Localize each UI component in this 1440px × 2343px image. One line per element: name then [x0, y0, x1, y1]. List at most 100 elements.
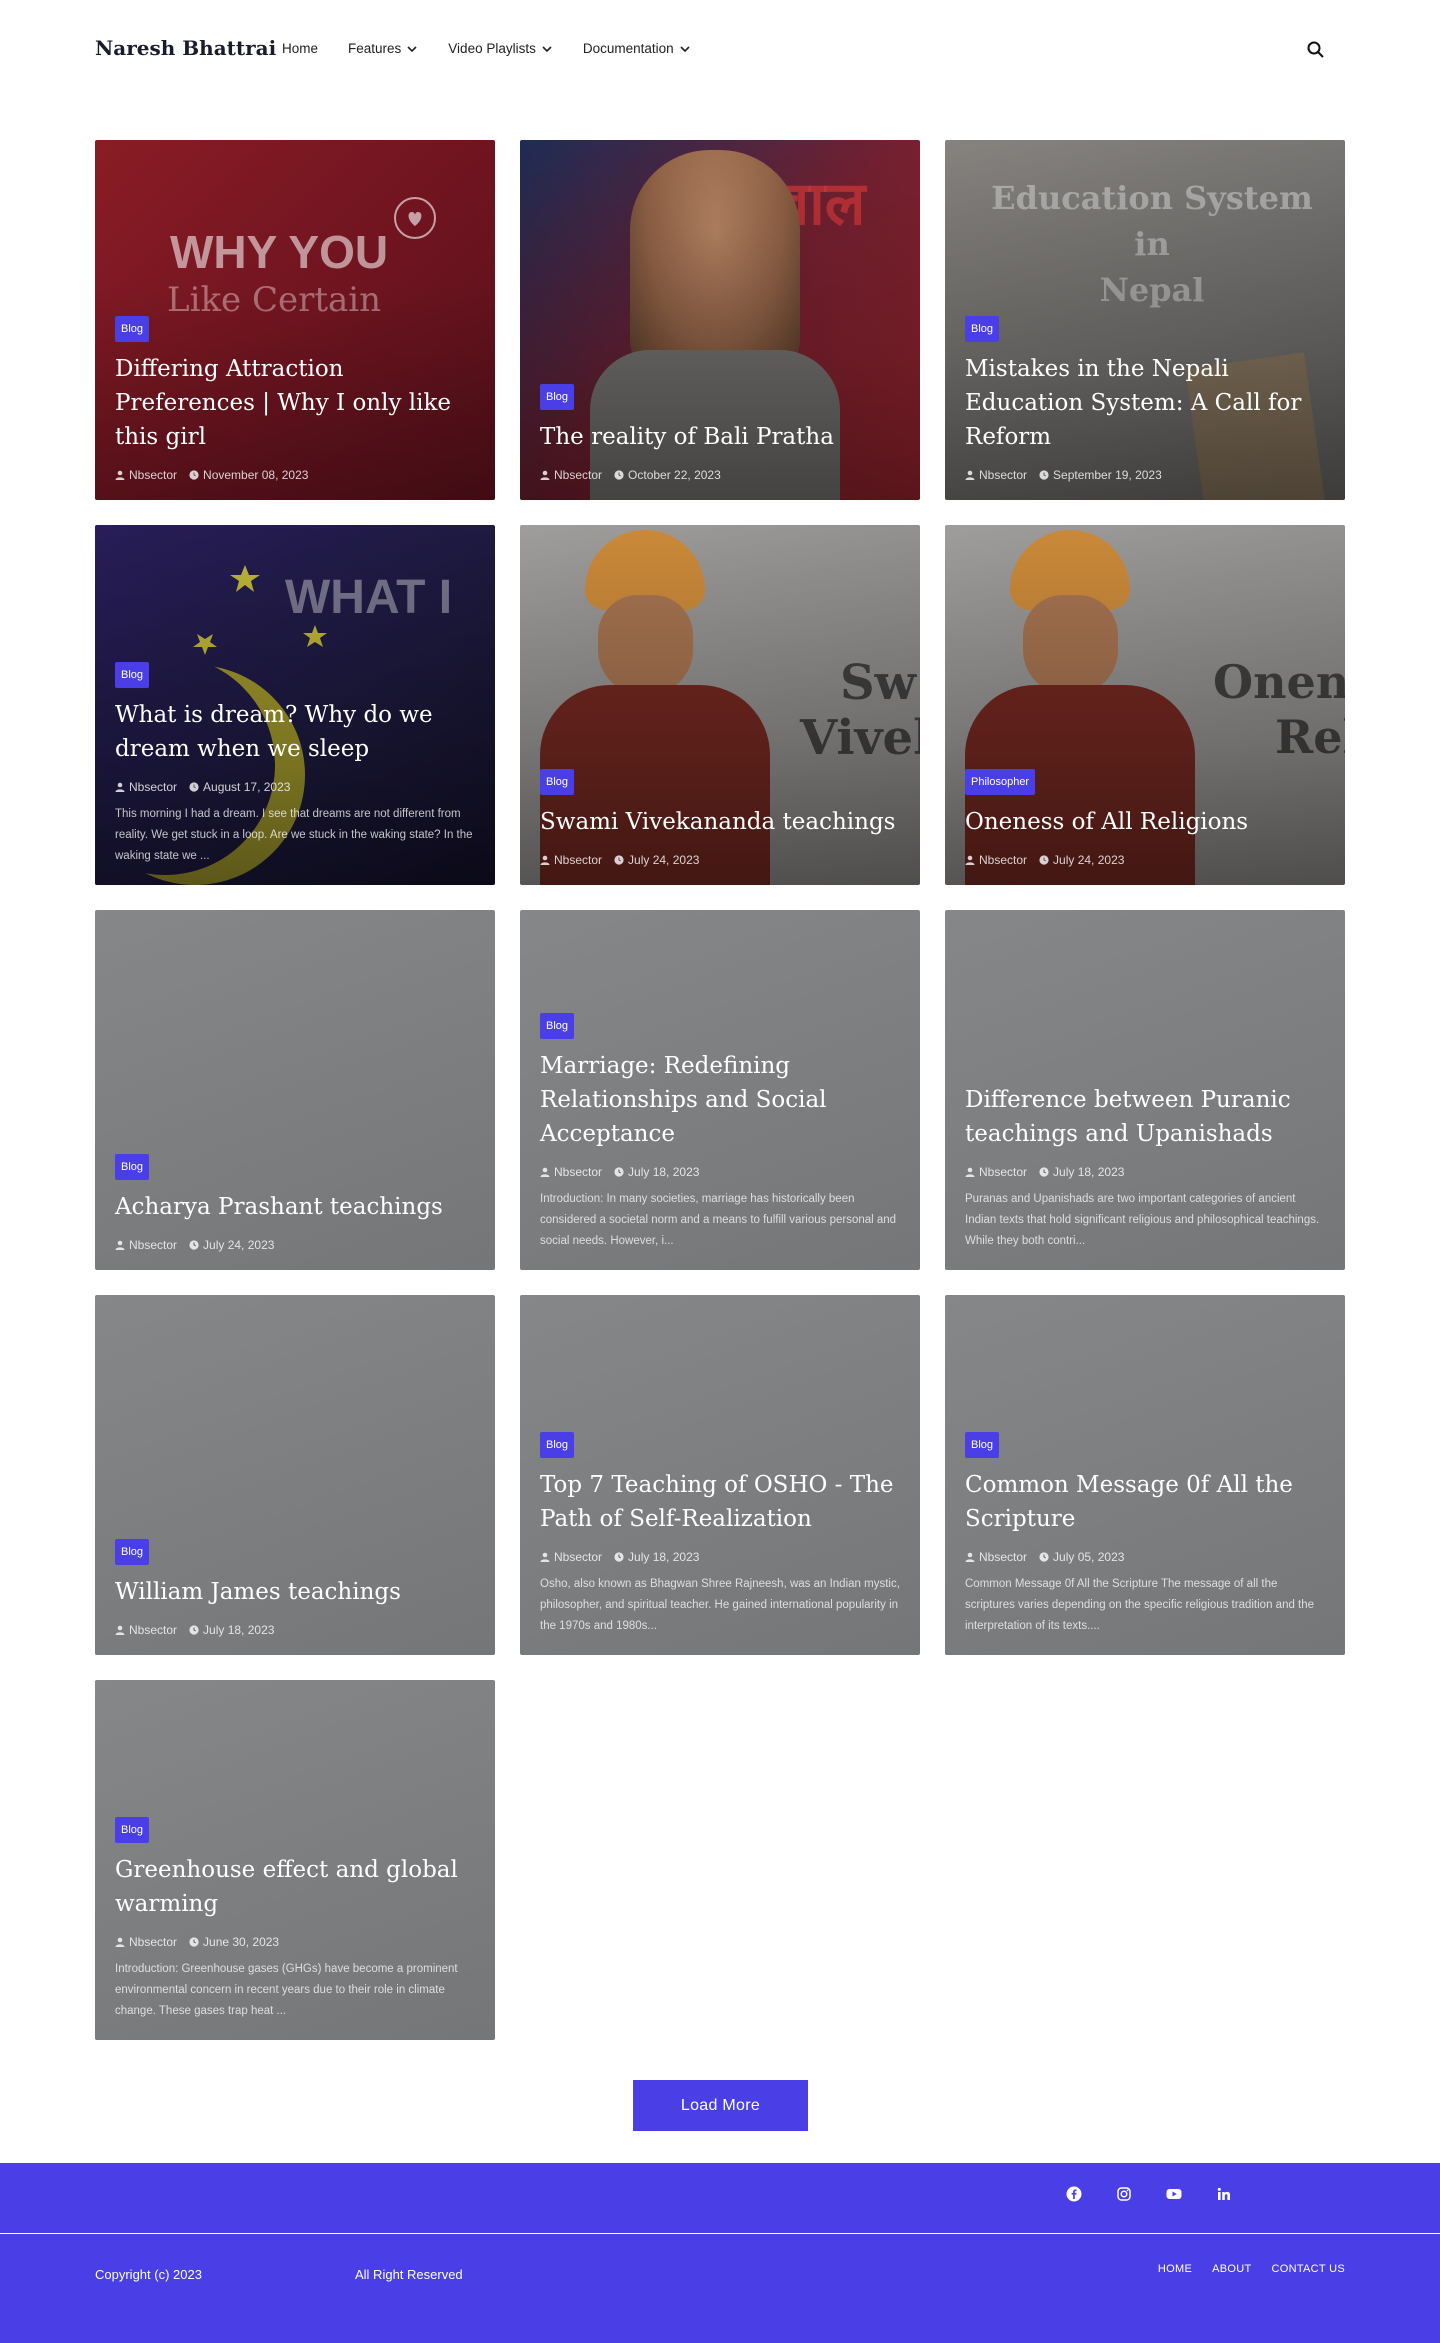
category-badge[interactable]: Blog: [540, 384, 575, 410]
card-meta: Nbsector July 24, 2023: [115, 1238, 475, 1252]
clock-icon: [189, 1240, 199, 1250]
card-author[interactable]: Nbsector: [115, 468, 177, 482]
card-title[interactable]: Oneness of All Religions: [965, 805, 1325, 839]
nav-features[interactable]: Features: [348, 41, 418, 56]
category-badge[interactable]: Blog: [965, 316, 1000, 342]
footer-divider: [95, 2233, 1345, 2234]
card-title[interactable]: Top 7 Teaching of OSHO - The Path of Sel…: [540, 1468, 900, 1536]
card-meta: Nbsector July 18, 2023: [965, 1165, 1325, 1179]
load-more-button[interactable]: Load More: [633, 2080, 808, 2131]
post-card[interactable]: Onen Rel Philosopher Oneness of All Reli…: [945, 525, 1345, 885]
category-badge[interactable]: Blog: [115, 1817, 150, 1843]
user-icon: [115, 782, 125, 792]
card-date: July 18, 2023: [189, 1623, 274, 1637]
card-title[interactable]: Mistakes in the Nepali Education System:…: [965, 352, 1325, 454]
category-badge[interactable]: Blog: [115, 1154, 150, 1180]
footer-link-about[interactable]: ABOUT: [1212, 2263, 1251, 2275]
category-badge[interactable]: Blog: [965, 1432, 1000, 1458]
post-date: September 19, 2023: [1053, 468, 1162, 482]
nav-video-playlists[interactable]: Video Playlists: [448, 41, 553, 56]
card-author[interactable]: Nbsector: [115, 1623, 177, 1637]
card-title[interactable]: Marriage: Redefining Relationships and S…: [540, 1049, 900, 1151]
post-card[interactable]: WHAT I Blog What is dream? Why do we dre…: [95, 525, 495, 885]
post-card[interactable]: Blog Greenhouse effect and global warmin…: [95, 1680, 495, 2040]
site-brand[interactable]: Naresh Bhattrai: [95, 36, 276, 60]
card-title[interactable]: What is dream? Why do we dream when we s…: [115, 698, 475, 766]
post-date: July 05, 2023: [1053, 1550, 1125, 1564]
card-content: Blog Differing Attraction Preferences | …: [115, 316, 475, 482]
nav-home[interactable]: Home: [282, 41, 318, 56]
card-date: August 17, 2023: [189, 780, 290, 794]
card-author[interactable]: Nbsector: [965, 468, 1027, 482]
facebook-icon[interactable]: [1066, 2186, 1082, 2202]
card-title[interactable]: The reality of Bali Pratha: [540, 420, 900, 454]
card-author[interactable]: Nbsector: [115, 1935, 177, 1949]
card-author[interactable]: Nbsector: [115, 1238, 177, 1252]
search-icon[interactable]: [1306, 40, 1326, 60]
post-card[interactable]: Difference between Puranic teachings and…: [945, 910, 1345, 1270]
post-date: July 24, 2023: [203, 1238, 275, 1252]
author-name: Nbsector: [129, 780, 178, 794]
author-name: Nbsector: [554, 1165, 603, 1179]
card-date: July 18, 2023: [614, 1165, 699, 1179]
category-badge[interactable]: Philosopher: [965, 769, 1036, 795]
main-nav: Home Features Video Playlists Documentat…: [282, 41, 691, 56]
clock-icon: [614, 470, 624, 480]
chevron-down-icon: [542, 45, 552, 52]
user-icon: [540, 1552, 550, 1562]
clock-icon: [614, 1167, 624, 1177]
post-card[interactable]: WHY YOU Like Certain Blog Differing Attr…: [95, 140, 495, 500]
card-content: Blog The reality of Bali Pratha Nbsector…: [540, 384, 900, 482]
card-title[interactable]: William James teachings: [115, 1575, 475, 1609]
card-author[interactable]: Nbsector: [965, 853, 1027, 867]
post-card[interactable]: Sw Vivek Blog Swami Vivekananda teaching…: [520, 525, 920, 885]
clock-icon: [189, 1937, 199, 1947]
card-title[interactable]: Difference between Puranic teachings and…: [965, 1083, 1325, 1151]
user-icon: [965, 470, 975, 480]
card-meta: Nbsector July 24, 2023: [540, 853, 900, 867]
card-title[interactable]: Greenhouse effect and global warming: [115, 1853, 475, 1921]
card-author[interactable]: Nbsector: [540, 468, 602, 482]
category-badge[interactable]: Blog: [115, 1539, 150, 1565]
author-name: Nbsector: [129, 1623, 178, 1637]
category-badge[interactable]: Blog: [115, 662, 150, 688]
post-card[interactable]: Blog Top 7 Teaching of OSHO - The Path o…: [520, 1295, 920, 1655]
card-excerpt: Common Message 0f All the Scripture The …: [965, 1578, 1315, 1632]
card-author[interactable]: Nbsector: [965, 1165, 1027, 1179]
post-card[interactable]: Blog Acharya Prashant teachings Nbsector…: [95, 910, 495, 1270]
footer-link-contact[interactable]: CONTACT US: [1272, 2263, 1346, 2275]
user-icon: [540, 470, 550, 480]
instagram-icon[interactable]: [1116, 2186, 1132, 2202]
card-meta: Nbsector November 08, 2023: [115, 468, 475, 482]
category-badge[interactable]: Blog: [540, 769, 575, 795]
post-date: July 18, 2023: [628, 1165, 700, 1179]
card-meta: Nbsector October 22, 2023: [540, 468, 900, 482]
card-content: Blog William James teachings Nbsector Ju…: [115, 1539, 475, 1637]
card-author[interactable]: Nbsector: [115, 780, 177, 794]
card-author[interactable]: Nbsector: [540, 853, 602, 867]
category-badge[interactable]: Blog: [540, 1013, 575, 1039]
card-author[interactable]: Nbsector: [540, 1550, 602, 1564]
youtube-icon[interactable]: [1166, 2186, 1182, 2202]
card-excerpt: This morning I had a dream. I see that d…: [115, 808, 473, 862]
nav-documentation[interactable]: Documentation: [583, 41, 691, 56]
card-title[interactable]: Swami Vivekananda teachings: [540, 805, 900, 839]
card-author[interactable]: Nbsector: [540, 1165, 602, 1179]
card-title[interactable]: Common Message 0f All the Scripture: [965, 1468, 1325, 1536]
author-name: Nbsector: [979, 468, 1028, 482]
card-author[interactable]: Nbsector: [965, 1550, 1027, 1564]
category-badge[interactable]: Blog: [540, 1432, 575, 1458]
footer-link-home[interactable]: HOME: [1158, 2263, 1192, 2275]
post-card[interactable]: बाल Blog The reality of Bali Pratha Nbse…: [520, 140, 920, 500]
card-excerpt: Puranas and Upanishads are two important…: [965, 1193, 1320, 1247]
post-card[interactable]: Education SysteminNepal Blog Mistakes in…: [945, 140, 1345, 500]
card-title[interactable]: Differing Attraction Preferences | Why I…: [115, 352, 475, 454]
post-card[interactable]: Blog William James teachings Nbsector Ju…: [95, 1295, 495, 1655]
card-title[interactable]: Acharya Prashant teachings: [115, 1190, 475, 1224]
card-content: Blog Acharya Prashant teachings Nbsector…: [115, 1154, 475, 1252]
user-icon: [115, 1240, 125, 1250]
category-badge[interactable]: Blog: [115, 316, 150, 342]
post-card[interactable]: Blog Common Message 0f All the Scripture…: [945, 1295, 1345, 1655]
linkedin-icon[interactable]: [1216, 2186, 1232, 2202]
post-card[interactable]: Blog Marriage: Redefining Relationships …: [520, 910, 920, 1270]
